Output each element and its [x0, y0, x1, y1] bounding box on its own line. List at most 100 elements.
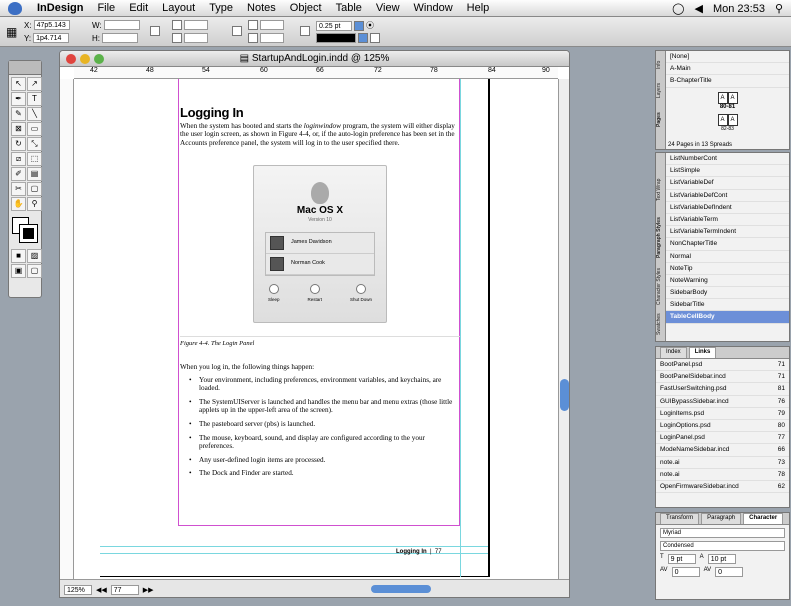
- style-item-selected[interactable]: TableCellBody: [666, 311, 789, 324]
- rectangle-tool-icon[interactable]: ▭: [27, 122, 42, 136]
- w-field[interactable]: [103, 20, 140, 30]
- shear-tool-icon[interactable]: ⧄: [11, 152, 26, 166]
- font-style-select[interactable]: Condensed: [660, 541, 785, 551]
- tab-index[interactable]: Index: [660, 347, 687, 358]
- page-thumb[interactable]: A: [717, 113, 728, 126]
- normal-view-icon[interactable]: ▣: [11, 264, 26, 278]
- apply-none-icon[interactable]: ▨: [27, 249, 42, 263]
- leading-field[interactable]: 10 pt: [707, 554, 736, 564]
- kerning-field[interactable]: 0: [671, 567, 700, 577]
- link-row[interactable]: ModeNameSidebar.incd 66: [656, 444, 789, 457]
- tab-paragraph-styles[interactable]: Paragraph Styles: [656, 213, 666, 263]
- style-item[interactable]: SidebarTitle: [666, 299, 789, 312]
- horizontal-ruler[interactable]: 42 48 54 60 66 72 78 84 90: [74, 67, 558, 79]
- master-item[interactable]: A-Main: [666, 63, 789, 76]
- tab-info[interactable]: Info: [656, 55, 666, 75]
- tab-swatches[interactable]: Swatches: [656, 311, 666, 337]
- apply-color-icon[interactable]: ■: [11, 249, 26, 263]
- button-tool-icon[interactable]: ▢: [27, 182, 42, 196]
- link-row[interactable]: OpenFirmwareSidebar.incd 62: [656, 481, 789, 494]
- style-item[interactable]: SidebarBody: [666, 287, 789, 300]
- page-thumb[interactable]: A: [727, 91, 738, 104]
- zoom-button[interactable]: [94, 54, 104, 64]
- stroke-weight-field[interactable]: 0.25 pt: [316, 20, 352, 31]
- tab-text-wrap[interactable]: Text Wrap: [656, 173, 666, 207]
- vertical-ruler[interactable]: [60, 79, 74, 579]
- shear-icon[interactable]: [248, 33, 258, 43]
- tab-layers[interactable]: Layers: [656, 77, 666, 103]
- style-item[interactable]: NoteTip: [666, 263, 789, 275]
- scale-x-icon[interactable]: [172, 20, 182, 30]
- tab-character[interactable]: Character: [743, 513, 784, 524]
- menu-table[interactable]: Table: [329, 2, 369, 14]
- scale-x-field[interactable]: [184, 20, 208, 30]
- spread-thumb[interactable]: AA: [666, 113, 789, 126]
- spread-thumb[interactable]: AA: [666, 91, 789, 104]
- y-field[interactable]: 1p4.714: [33, 33, 70, 43]
- master-item[interactable]: B-ChapterTitle: [666, 75, 789, 88]
- style-item[interactable]: ListVariableDef: [666, 177, 789, 190]
- link-row[interactable]: LoginItems.psd 79: [656, 408, 789, 420]
- pen-tool-icon[interactable]: ✒: [11, 92, 26, 106]
- menu-object[interactable]: Object: [283, 2, 329, 14]
- link-row[interactable]: FastUserSwitching.psd 81: [656, 383, 789, 396]
- h-field[interactable]: [102, 33, 138, 43]
- direct-selection-tool-icon[interactable]: ↗: [27, 77, 42, 91]
- flip-icon[interactable]: [232, 26, 242, 36]
- scale-tool-icon[interactable]: ⤡: [27, 137, 42, 151]
- free-transform-tool-icon[interactable]: ⬚: [27, 152, 42, 166]
- zoom-field[interactable]: 125%: [64, 584, 92, 595]
- menu-help[interactable]: Help: [460, 2, 497, 14]
- stroke-style-dropdown[interactable]: [358, 33, 368, 43]
- line-tool-icon[interactable]: ╲: [27, 107, 42, 121]
- tracking-field[interactable]: 0: [715, 567, 744, 577]
- spotlight-icon[interactable]: ⚲: [775, 2, 783, 15]
- apple-menu-icon[interactable]: [8, 1, 22, 15]
- tab-links[interactable]: Links: [688, 347, 717, 358]
- tab-character-styles[interactable]: Character Styles: [656, 267, 666, 307]
- stroke-style-field[interactable]: [316, 33, 356, 43]
- rotate-tool-icon[interactable]: ↻: [11, 137, 26, 151]
- scissors-tool-icon[interactable]: ✂: [11, 182, 26, 196]
- stroke-weight-dropdown[interactable]: [354, 20, 364, 31]
- page-thumb[interactable]: A: [717, 91, 728, 104]
- style-item[interactable]: ListNumberCont: [666, 153, 789, 166]
- link-row[interactable]: GUIBypassSidebar.incd 76: [656, 396, 789, 408]
- horizontal-scroll-thumb[interactable]: [371, 585, 431, 593]
- menu-window[interactable]: Window: [407, 2, 460, 14]
- shear-field[interactable]: [260, 33, 284, 43]
- style-item[interactable]: ListSimple: [666, 165, 789, 178]
- tab-transform[interactable]: Transform: [660, 513, 700, 524]
- pasteboard[interactable]: Logging In When the system has booted an…: [74, 79, 558, 579]
- document-page[interactable]: Logging In When the system has booted an…: [100, 79, 490, 577]
- page-thumb[interactable]: A: [727, 113, 738, 126]
- scale-y-icon[interactable]: [172, 33, 182, 43]
- scroll-thumb[interactable]: [560, 379, 569, 411]
- first-page-icon[interactable]: ◀◀: [96, 586, 107, 594]
- style-item[interactable]: NoteWarning: [666, 275, 789, 288]
- link-row[interactable]: BootPanel.psd 71: [656, 359, 789, 372]
- play-icon[interactable]: ⦿: [366, 20, 374, 31]
- pencil-tool-icon[interactable]: ✎: [11, 107, 26, 121]
- x-field[interactable]: 47p5.143: [33, 20, 70, 30]
- rotate-field[interactable]: [260, 20, 284, 30]
- eyedropper-tool-icon[interactable]: ✐: [11, 167, 26, 181]
- frame-icon[interactable]: [370, 33, 380, 43]
- type-tool-icon[interactable]: T: [27, 92, 42, 106]
- fill-stroke-swatch[interactable]: [12, 217, 38, 243]
- link-row[interactable]: BootPanelSidebar.incd 71: [656, 371, 789, 384]
- zoom-tool-icon[interactable]: ⚲: [27, 197, 42, 211]
- constrain-icon[interactable]: [150, 26, 160, 36]
- style-item[interactable]: Normal: [666, 251, 789, 263]
- menu-file[interactable]: File: [90, 2, 122, 14]
- menu-type[interactable]: Type: [202, 2, 240, 14]
- font-size-field[interactable]: 9 pt: [667, 554, 696, 564]
- gradient-tool-icon[interactable]: ▤: [27, 167, 42, 181]
- link-row[interactable]: LoginOptions.psd 80: [656, 420, 789, 433]
- page-field[interactable]: 77: [110, 584, 139, 595]
- stroke-swatch[interactable]: [19, 224, 38, 243]
- menu-layout[interactable]: Layout: [155, 2, 202, 14]
- menu-view[interactable]: View: [369, 2, 407, 14]
- frame-tool-icon[interactable]: ⊠: [11, 122, 26, 136]
- close-button[interactable]: [66, 54, 76, 64]
